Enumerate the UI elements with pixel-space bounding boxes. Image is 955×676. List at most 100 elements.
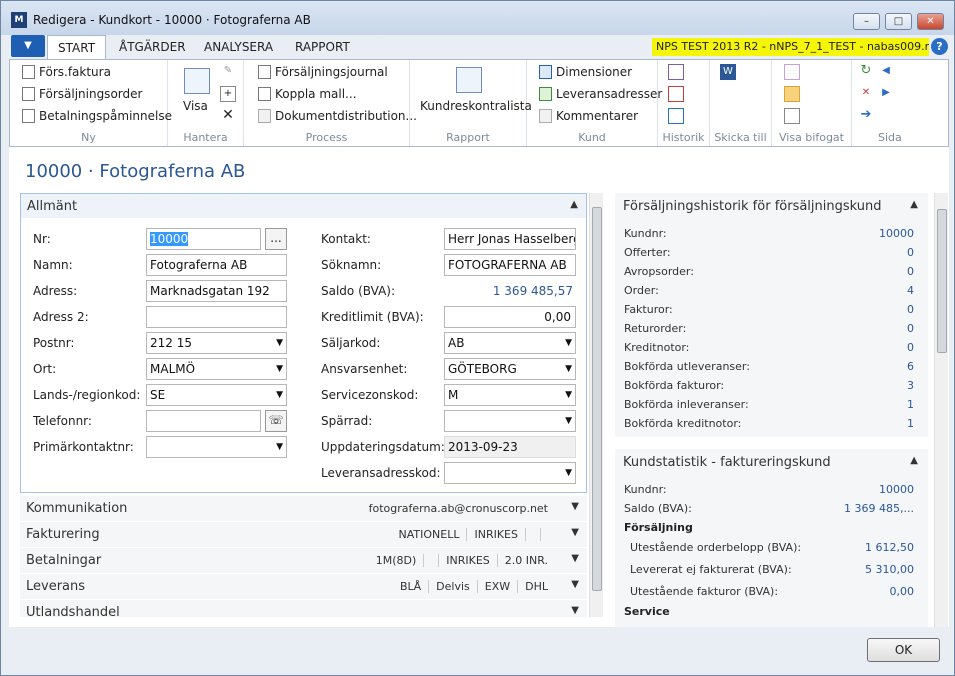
value-link[interactable]: 0 xyxy=(907,341,914,354)
notes-icon[interactable] xyxy=(784,86,800,102)
delete-icon[interactable]: ✕ xyxy=(220,108,236,124)
edit-icon[interactable]: ✎ xyxy=(220,64,236,80)
phone-dial-icon[interactable]: ☏ xyxy=(265,410,287,432)
ok-button[interactable]: OK xyxy=(867,638,940,662)
summary-value: EXW xyxy=(476,580,518,593)
word-icon[interactable]: W xyxy=(720,64,736,80)
links-icon[interactable] xyxy=(784,108,800,124)
fasttab-communication[interactable]: Kommunikation fotograferna.ab@cronuscorp… xyxy=(20,496,587,522)
customer-ledger-button[interactable]: Kundreskontralista xyxy=(420,96,532,116)
apply-template-button[interactable]: Koppla mall... xyxy=(258,84,357,104)
sales-journal-button[interactable]: Försäljningsjournal xyxy=(258,62,388,82)
new-icon[interactable]: + xyxy=(220,86,236,102)
chevron-up-icon[interactable]: ▲ xyxy=(910,455,918,466)
number-field[interactable]: 10000 xyxy=(146,228,261,250)
value-link[interactable]: 0,00 xyxy=(890,585,915,598)
chevron-down-icon[interactable]: ▼ xyxy=(571,579,579,590)
scrollbar-thumb[interactable] xyxy=(937,209,947,353)
value-link[interactable]: 10000 xyxy=(879,483,914,496)
value-link[interactable]: 6 xyxy=(907,360,914,373)
postcode-select[interactable]: 212 15 ▼ xyxy=(146,332,287,354)
value-link[interactable]: 3 xyxy=(907,379,914,392)
summary-value: INRIKES xyxy=(438,554,497,567)
document-distribution-button[interactable]: Dokumentdistribution... xyxy=(258,106,417,126)
go-to-icon[interactable]: ➔ xyxy=(858,108,874,124)
address2-field[interactable] xyxy=(146,306,287,328)
factbox-row: Kundnr: 10000 xyxy=(624,483,914,502)
field-label: Uppdateringsdatum: xyxy=(321,440,445,454)
chevron-down-icon[interactable]: ▼ xyxy=(571,553,579,564)
value-link[interactable]: 0 xyxy=(907,246,914,259)
address-field[interactable]: Marknadsgatan 192 xyxy=(146,280,287,302)
onenote-icon[interactable] xyxy=(784,64,800,80)
service-zone-select[interactable]: M ▼ xyxy=(444,384,576,406)
value-link[interactable]: 0 xyxy=(907,265,914,278)
ledger-icon[interactable] xyxy=(668,108,684,124)
view-button[interactable]: Visa xyxy=(183,96,208,116)
value-link[interactable]: 0 xyxy=(907,322,914,335)
fasttab-shipping[interactable]: Leverans BLÅ Delvis EXW DHL ▼ xyxy=(20,574,587,600)
balance-link[interactable]: 1 369 485,57 xyxy=(444,284,573,298)
statistics-icon[interactable] xyxy=(668,86,684,102)
value-link[interactable]: 0 xyxy=(907,303,914,316)
value-link[interactable]: 1 xyxy=(907,398,914,411)
value-link[interactable]: 5 310,00 xyxy=(865,563,914,576)
fasttab-title: Leverans xyxy=(26,579,86,594)
new-invoice-button[interactable]: Förs.faktura xyxy=(22,62,111,82)
factbox-scrollbar[interactable] xyxy=(934,193,948,627)
value-link[interactable]: 1 612,50 xyxy=(865,541,914,554)
scrollbar-thumb[interactable] xyxy=(592,207,602,591)
primary-contact-select[interactable]: ▼ xyxy=(146,436,287,458)
tab-start[interactable]: START xyxy=(47,35,107,59)
fasttab-invoicing[interactable]: Fakturering NATIONELL INRIKES ▼ xyxy=(20,522,587,548)
chevron-down-icon[interactable]: ▼ xyxy=(571,605,579,616)
refresh-icon[interactable]: ↻ xyxy=(858,64,874,80)
phone-field[interactable] xyxy=(146,410,261,432)
file-menu-button[interactable]: ▼ xyxy=(11,35,45,57)
country-select[interactable]: SE ▼ xyxy=(146,384,287,406)
dimensions-button[interactable]: Dimensioner xyxy=(539,62,632,82)
chevron-down-icon[interactable]: ▼ xyxy=(571,527,579,538)
name-field[interactable]: Fotograferna AB xyxy=(146,254,287,276)
previous-icon[interactable]: ◀ xyxy=(878,64,894,80)
salesperson-select[interactable]: AB ▼ xyxy=(444,332,576,354)
new-sales-order-button[interactable]: Försäljningsorder xyxy=(22,84,142,104)
summary-value xyxy=(423,554,439,567)
fasttab-payments[interactable]: Betalningar 1M(8D) INRIKES 2.0 INR. ▼ xyxy=(20,548,587,574)
city-select[interactable]: MALMÖ ▼ xyxy=(146,358,287,380)
field-label: Lands-/regionkod: xyxy=(33,388,141,402)
chevron-up-icon[interactable]: ▲ xyxy=(910,199,918,210)
tab-analysera[interactable]: ANALYSERA xyxy=(194,35,283,59)
minimize-button[interactable]: – xyxy=(853,13,880,30)
value-link[interactable]: 1 369 485,... xyxy=(844,502,914,515)
label: Saldo (BVA): xyxy=(624,502,692,515)
main-scrollbar[interactable] xyxy=(589,193,603,617)
clear-filter-icon[interactable]: ✕ xyxy=(858,86,874,102)
content-area: 10000 · Fotograferna AB Allmänt ▲ Nr: 10… xyxy=(9,147,949,627)
help-icon[interactable]: ? xyxy=(931,38,948,55)
fasttab-foreign-trade[interactable]: Utlandshandel ▼ xyxy=(20,600,587,618)
group-hantera: Visa ✎ + ✕ Hantera xyxy=(168,60,244,146)
chevron-down-icon[interactable]: ▼ xyxy=(571,501,579,512)
chevron-up-icon[interactable]: ▲ xyxy=(570,199,578,210)
new-reminder-button[interactable]: Betalningspåminnelse xyxy=(22,106,172,126)
history-icon[interactable] xyxy=(668,64,684,80)
blocked-select[interactable]: ▼ xyxy=(444,410,576,432)
ship-to-addresses-button[interactable]: Leveransadresser xyxy=(539,84,662,104)
responsibility-select[interactable]: GÖTEBORG ▼ xyxy=(444,358,576,380)
maximize-button[interactable]: □ xyxy=(885,13,912,30)
close-button[interactable]: ✕ xyxy=(917,13,944,30)
value-link[interactable]: 1 xyxy=(907,417,914,430)
tab-atgarder[interactable]: ÅTGÄRDER xyxy=(109,35,196,59)
search-name-field[interactable]: FOTOGRAFERNA AB xyxy=(444,254,576,276)
comments-button[interactable]: Kommentarer xyxy=(539,106,638,126)
ship-to-code-select[interactable]: ▼ xyxy=(444,462,576,484)
tab-rapport[interactable]: RAPPORT xyxy=(285,35,360,59)
value-link[interactable]: 4 xyxy=(907,284,914,297)
assist-edit-button[interactable]: ... xyxy=(265,228,287,250)
next-icon[interactable]: ▶ xyxy=(878,86,894,102)
credit-limit-field[interactable]: 0,00 xyxy=(444,306,576,328)
fasttab-header[interactable]: Allmänt ▲ xyxy=(21,194,586,218)
contact-field[interactable]: Herr Jonas Hasselberg xyxy=(444,228,576,250)
value-link[interactable]: 10000 xyxy=(879,227,914,240)
